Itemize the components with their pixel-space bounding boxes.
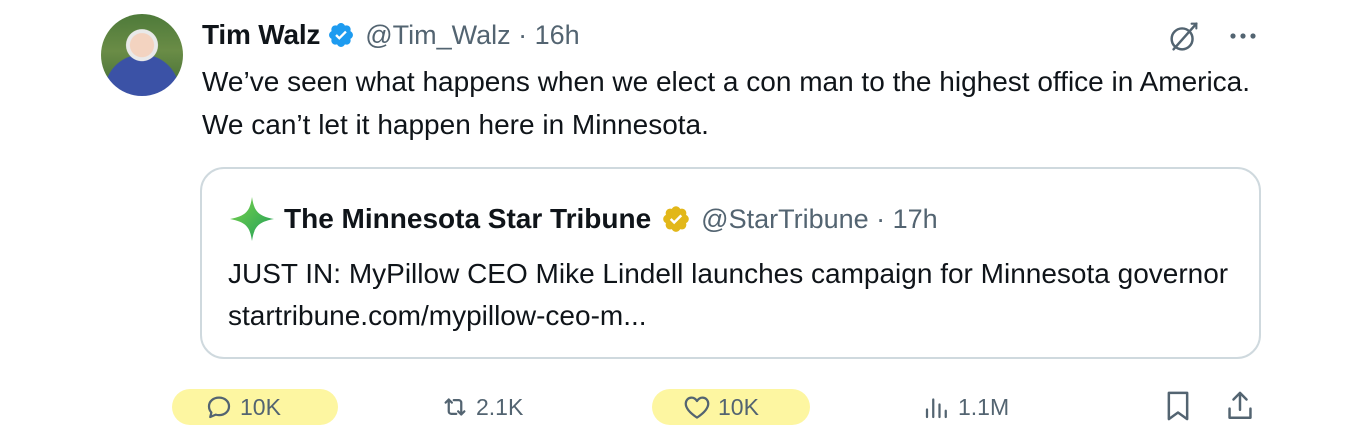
repost-icon (444, 398, 466, 416)
like-icon (684, 396, 710, 419)
verified-badge-icon (329, 23, 354, 47)
views-icon (925, 398, 947, 419)
star-tribune-logo-icon (230, 197, 274, 241)
author-name[interactable]: Tim Walz (202, 19, 320, 51)
reply-icon (207, 396, 231, 419)
quote-text: JUST IN: MyPillow CEO Mike Lindell launc… (228, 258, 1229, 331)
like-count: 10K (718, 393, 759, 420)
repost-count: 2.1K (476, 393, 524, 420)
tweet-text: We’ve seen what happens when we elect a … (202, 66, 1251, 140)
quote-header: The Minnesota Star Tribune @StarTribune … (228, 197, 938, 241)
repost-button[interactable]: 2.1K (440, 387, 523, 427)
quote-author-name[interactable]: The Minnesota Star Tribune (284, 203, 651, 235)
reply-count: 10K (240, 393, 281, 420)
reply-button[interactable]: 10K (204, 387, 281, 427)
quote-author-handle-time[interactable]: @StarTribune · 17h (701, 204, 938, 235)
share-icon[interactable] (1224, 389, 1256, 423)
grok-icon[interactable] (1165, 18, 1203, 56)
tweet-header: Tim Walz @Tim_Walz · 16h (202, 15, 580, 55)
bookmark-icon[interactable] (1162, 389, 1194, 423)
quoted-tweet-card[interactable]: The Minnesota Star Tribune @StarTribune … (200, 167, 1261, 359)
author-handle-time[interactable]: @Tim_Walz · 16h (365, 20, 579, 51)
views-button[interactable]: 1.1M (922, 387, 1009, 427)
author-avatar[interactable] (101, 14, 183, 96)
more-icon[interactable] (1225, 20, 1261, 52)
verified-gold-badge-icon (663, 206, 689, 232)
like-button[interactable]: 10K (682, 387, 759, 427)
views-count: 1.1M (958, 393, 1010, 420)
